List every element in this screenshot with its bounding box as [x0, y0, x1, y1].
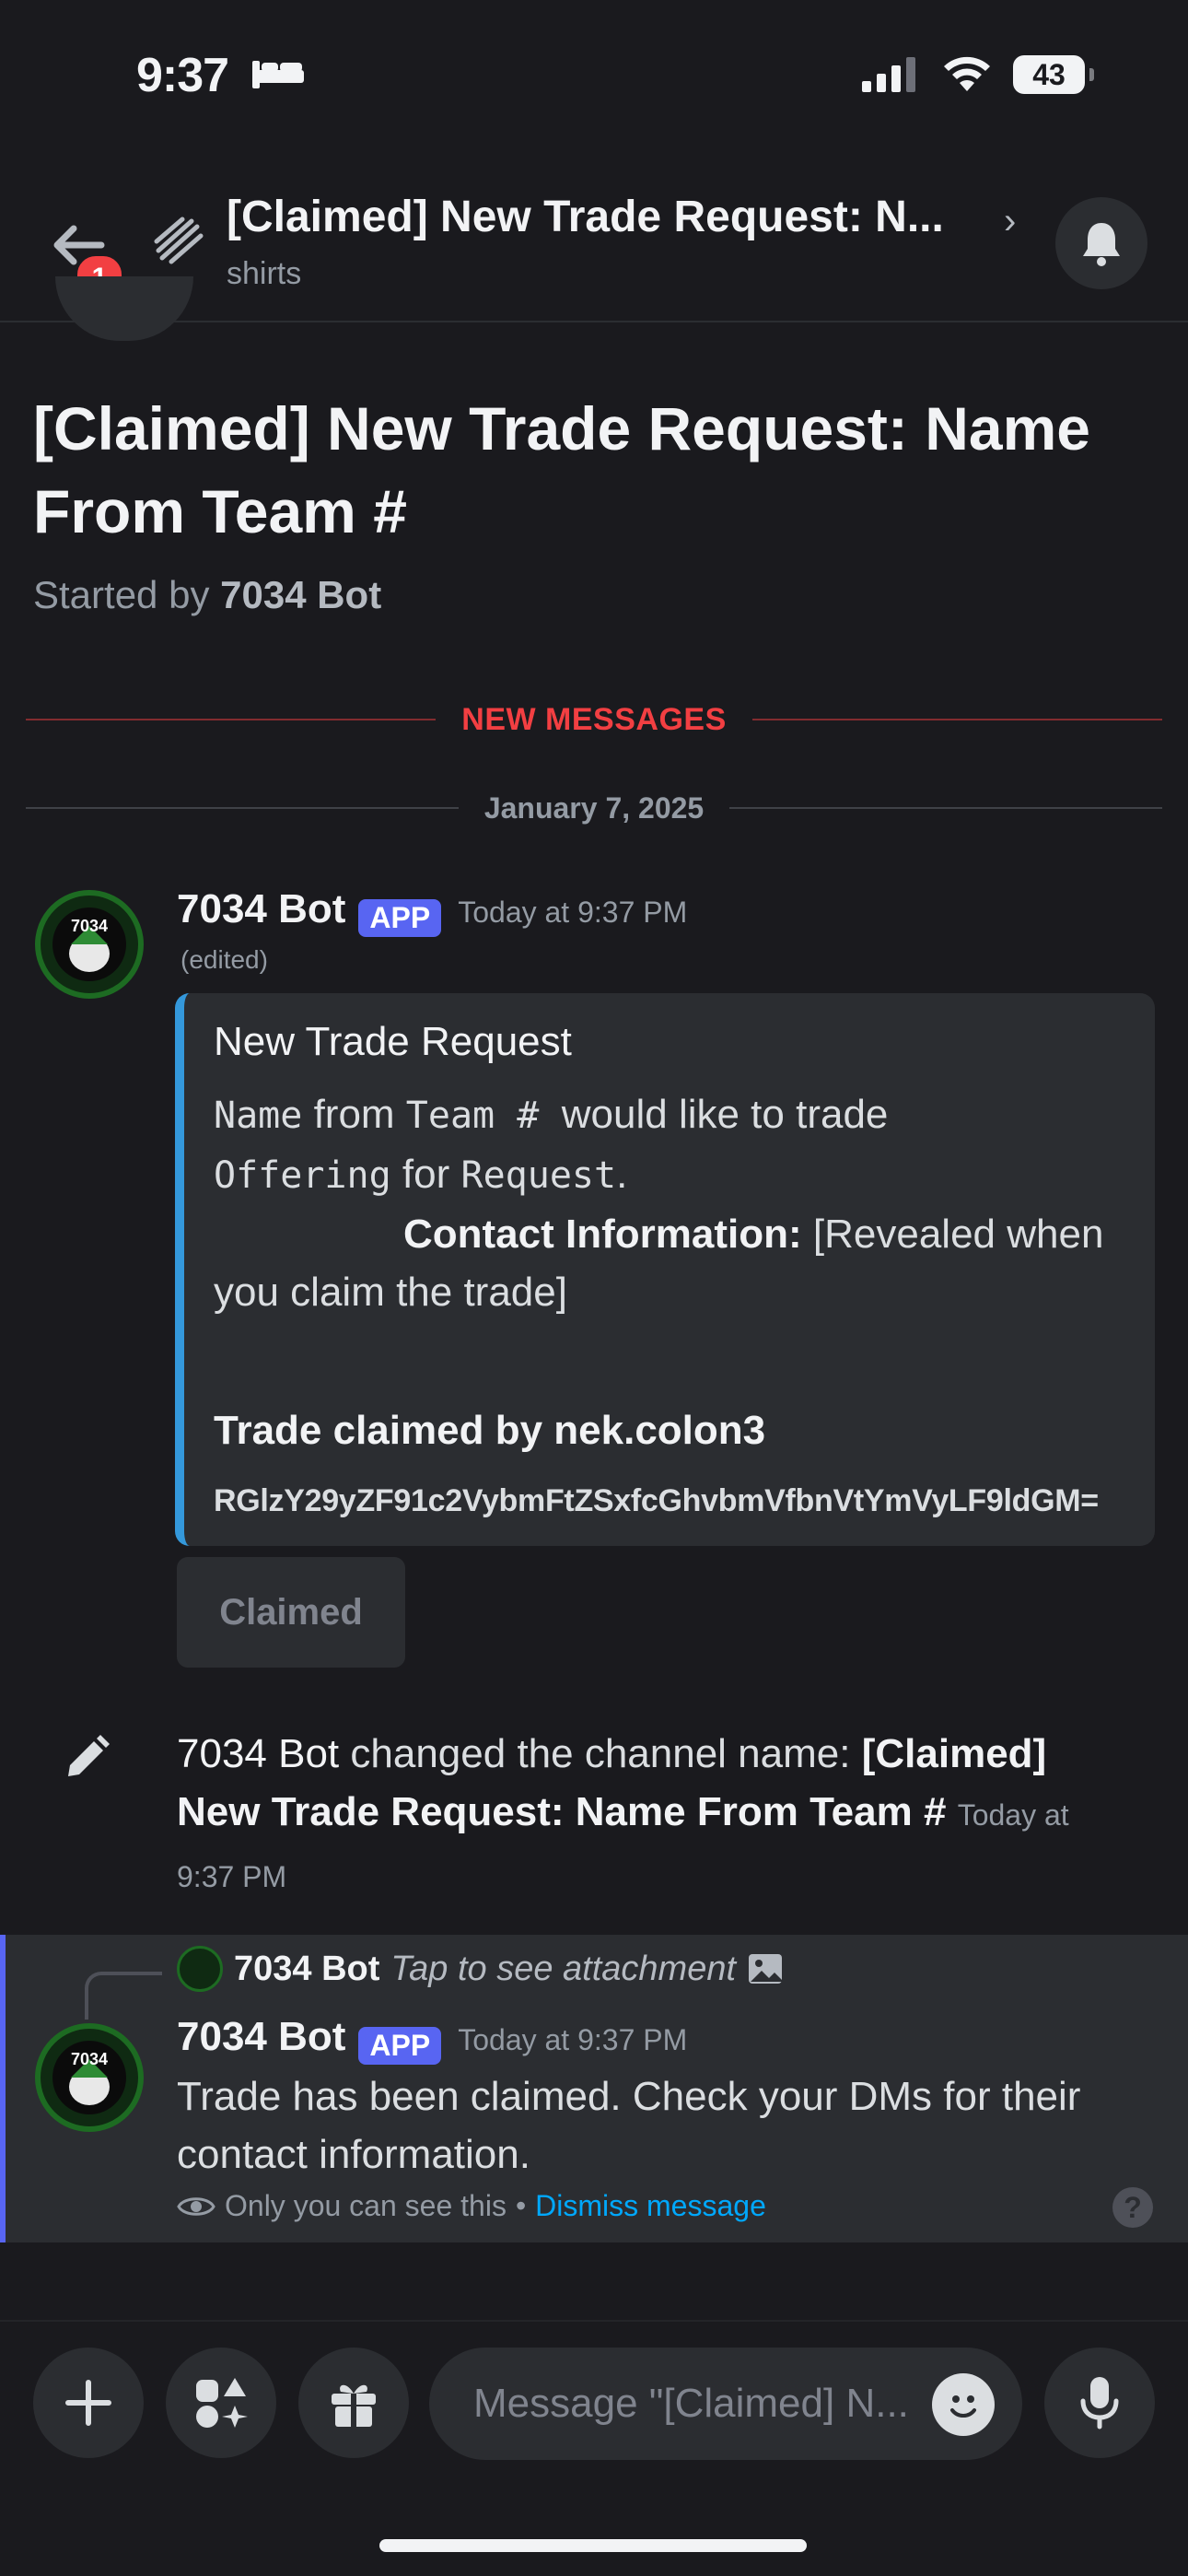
- embed-title: New Trade Request: [214, 1019, 572, 1064]
- apps-icon: [196, 2378, 248, 2428]
- image-icon: [749, 1954, 783, 1984]
- reply-preview[interactable]: 7034 Bot Tap to see attachment: [177, 1946, 784, 1992]
- status-icons: 43: [862, 55, 1094, 94]
- highlight-bar: [0, 1935, 6, 2242]
- home-indicator: [379, 2539, 807, 2552]
- system-author[interactable]: 7034 Bot: [177, 1731, 339, 1776]
- started-by: Started by 7034 Bot: [33, 573, 382, 616]
- gift-icon: [332, 2384, 376, 2427]
- microphone-icon: [1080, 2377, 1119, 2430]
- pencil-icon: [61, 1732, 112, 1788]
- apps-button[interactable]: [166, 2348, 276, 2458]
- avatar[interactable]: 7034: [35, 890, 144, 999]
- gift-button[interactable]: [298, 2348, 409, 2458]
- notification-bell-button[interactable]: [1055, 197, 1147, 289]
- embed-footer-code: RGlzY29yZF91c2VybmFtZSxfcGhvbmVfbnVtYmVy…: [214, 1483, 1099, 1518]
- reply-connector: [85, 1972, 162, 2020]
- avatar[interactable]: 7034: [35, 2023, 144, 2132]
- claimed-by: Trade claimed by nek.colon3: [214, 1408, 766, 1453]
- chevron-right-icon[interactable]: ›: [1004, 201, 1016, 242]
- battery-icon: 43: [1013, 55, 1094, 94]
- channel-title[interactable]: [Claimed] New Trade Request: N...: [227, 192, 944, 242]
- system-message: 7034 Bot changed the channel name: [Clai…: [177, 1731, 1069, 1893]
- trade-embed: New Trade Request Name from Team # would…: [175, 993, 1155, 1546]
- status-time: 9:37: [136, 49, 229, 102]
- svg-text:7034: 7034: [71, 917, 108, 935]
- bed-icon: [250, 57, 306, 95]
- bell-icon: [1083, 223, 1120, 266]
- author-name[interactable]: 7034 Bot: [177, 886, 345, 931]
- thread-title: [Claimed] New Trade Request: Name From T…: [33, 394, 1090, 545]
- new-messages-divider: NEW MESSAGES: [26, 697, 1163, 743]
- author-name[interactable]: 7034 Bot: [177, 2014, 345, 2059]
- add-button[interactable]: [33, 2348, 144, 2458]
- app-tag: APP: [358, 899, 442, 938]
- started-by-author[interactable]: 7034 Bot: [220, 573, 381, 616]
- edited-label: (edited): [181, 945, 268, 974]
- plus-icon: [65, 2380, 111, 2426]
- reply-avatar: [177, 1946, 223, 1992]
- thread-avatar: [55, 276, 193, 341]
- wifi-icon: [944, 56, 990, 91]
- help-icon[interactable]: ?: [1112, 2187, 1153, 2228]
- timestamp: Today at 9:37 PM: [458, 2023, 688, 2056]
- message-header: 7034 Bot APP Today at 9:37 PM: [177, 886, 688, 938]
- embed-description: Name from Team # would like to trade Off…: [214, 1092, 1104, 1315]
- emoji-button[interactable]: [932, 2373, 995, 2436]
- timestamp: Today at 9:37 PM: [458, 896, 688, 929]
- message-input[interactable]: [472, 2380, 936, 2428]
- thread-icon: [151, 214, 206, 270]
- channel-subtitle: shirts: [227, 256, 302, 291]
- eye-icon: [177, 2196, 215, 2216]
- claimed-button[interactable]: Claimed: [177, 1557, 405, 1668]
- ephemeral-note: Only you can see this • Dismiss message: [177, 2189, 766, 2223]
- composer-separator: [0, 2320, 1188, 2322]
- message-header: 7034 Bot APP Today at 9:37 PM: [177, 2014, 688, 2066]
- date-divider: January 7, 2025: [26, 785, 1163, 831]
- emoji-icon: [950, 2395, 976, 2418]
- signal-icon: [862, 57, 915, 92]
- message-text: Trade has been claimed. Check your DMs f…: [177, 2074, 1081, 2177]
- voice-button[interactable]: [1044, 2348, 1155, 2458]
- dismiss-message-link[interactable]: Dismiss message: [535, 2189, 766, 2223]
- app-tag: APP: [358, 2027, 442, 2066]
- svg-text:7034: 7034: [71, 2050, 108, 2068]
